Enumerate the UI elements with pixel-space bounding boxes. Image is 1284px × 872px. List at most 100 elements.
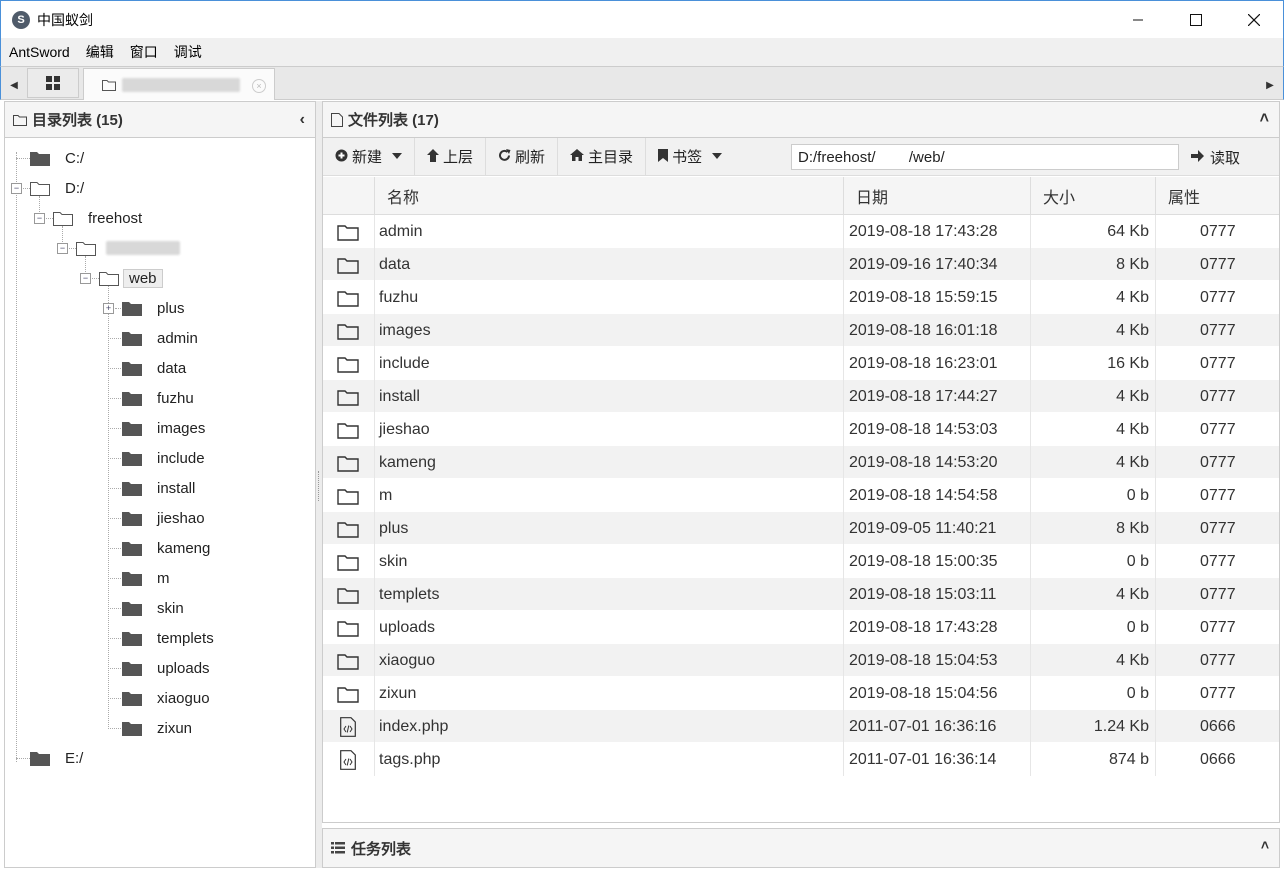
column-header-icon[interactable]	[323, 177, 374, 215]
file-row[interactable]: install 2019-08-18 17:44:27 4 Kb 0777	[323, 380, 1279, 413]
collapse-left-panel-button[interactable]: ‹	[300, 111, 305, 129]
tab-home[interactable]	[27, 68, 79, 98]
folder-filled-icon	[122, 540, 142, 556]
tree-node-templets[interactable]: templets	[122, 627, 219, 649]
file-row[interactable]: skin 2019-08-18 15:00:35 0 b 0777	[323, 545, 1279, 578]
refresh-button[interactable]: 刷新	[486, 137, 559, 176]
folder-filled-icon	[122, 600, 142, 616]
column-header-size[interactable]: 大小	[1030, 177, 1155, 215]
menu-edit[interactable]: 编辑	[86, 42, 114, 62]
file-row[interactable]: templets 2019-08-18 15:03:11 4 Kb 0777	[323, 578, 1279, 611]
tree-toggle-plus[interactable]: +	[103, 303, 114, 314]
tab-bar: ◀ × ▶	[0, 66, 1284, 100]
file-name: images	[374, 314, 843, 347]
expand-task-panel-button[interactable]: ˄	[1261, 837, 1269, 853]
tree-toggle-redacted[interactable]: −	[57, 243, 68, 254]
read-path-button[interactable]: 读取	[1191, 138, 1240, 176]
file-size: 4 Kb	[1030, 446, 1155, 479]
menu-window[interactable]: 窗口	[130, 42, 158, 62]
file-list-panel-header: 文件列表 (17) ˄	[323, 102, 1279, 138]
file-row[interactable]: data 2019-09-16 17:40:34 8 Kb 0777	[323, 248, 1279, 281]
minimize-button[interactable]	[1109, 1, 1167, 39]
tree-node-freehost[interactable]: freehost	[53, 207, 147, 229]
file-row[interactable]: include 2019-08-18 16:23:01 16 Kb 0777	[323, 347, 1279, 380]
tree-toggle-d[interactable]: −	[11, 183, 22, 194]
tree-node-skin[interactable]: skin	[122, 597, 189, 619]
tree-node-xiaoguo[interactable]: xiaoguo	[122, 687, 215, 709]
file-date: 2019-08-18 16:23:01	[843, 347, 1030, 380]
close-button[interactable]	[1225, 1, 1283, 39]
list-icon	[331, 842, 345, 854]
tree-toggle-web[interactable]: −	[80, 273, 91, 284]
file-attr: 0777	[1155, 446, 1279, 479]
tree-node-images[interactable]: images	[122, 417, 210, 439]
file-row[interactable]: admin 2019-08-18 17:43:28 64 Kb 0777	[323, 215, 1279, 248]
file-row[interactable]: xiaoguo 2019-08-18 15:04:53 4 Kb 0777	[323, 644, 1279, 677]
file-row[interactable]: plus 2019-09-05 11:40:21 8 Kb 0777	[323, 512, 1279, 545]
home-dir-button[interactable]: 主目录	[558, 137, 647, 176]
file-name: install	[374, 380, 843, 413]
file-row[interactable]: fuzhu 2019-08-18 15:59:15 4 Kb 0777	[323, 281, 1279, 314]
tree-node-fuzhu[interactable]: fuzhu	[122, 387, 199, 409]
tree-node-e-drive[interactable]: E:/	[30, 747, 88, 769]
file-row[interactable]: tags.php 2011-07-01 16:36:14 874 b 0666	[323, 743, 1279, 776]
file-row[interactable]: index.php 2011-07-01 16:36:16 1.24 Kb 0666	[323, 710, 1279, 743]
tree-toggle-freehost[interactable]: −	[34, 213, 45, 224]
file-attr: 0777	[1155, 677, 1279, 710]
file-date: 2019-08-18 17:43:28	[843, 215, 1030, 248]
tab-scroll-left-button[interactable]: ◀	[3, 71, 25, 99]
tree-node-jieshao[interactable]: jieshao	[122, 507, 210, 529]
file-row[interactable]: kameng 2019-08-18 14:53:20 4 Kb 0777	[323, 446, 1279, 479]
menu-antsword[interactable]: AntSword	[9, 44, 70, 60]
file-row[interactable]: jieshao 2019-08-18 14:53:03 4 Kb 0777	[323, 413, 1279, 446]
file-row[interactable]: zixun 2019-08-18 15:04:56 0 b 0777	[323, 677, 1279, 710]
tree-node-web[interactable]: web	[99, 267, 163, 289]
tree-node-zixun[interactable]: zixun	[122, 717, 197, 739]
tree-node-kameng[interactable]: kameng	[122, 537, 215, 559]
tree-node-uploads[interactable]: uploads	[122, 657, 215, 679]
arrow-up-icon	[427, 148, 440, 165]
tree-node-d-drive[interactable]: D:/	[30, 177, 89, 199]
file-attr: 0777	[1155, 380, 1279, 413]
tree-node-install[interactable]: install	[122, 477, 200, 499]
bookmark-button[interactable]: 书签	[646, 138, 734, 176]
maximize-icon	[1190, 14, 1202, 26]
up-dir-button[interactable]: 上层	[415, 137, 487, 176]
file-row[interactable]: m 2019-08-18 14:54:58 0 b 0777	[323, 479, 1279, 512]
task-list-title: 任务列表	[351, 840, 412, 858]
bookmark-icon	[658, 148, 669, 165]
path-input[interactable]	[791, 144, 1179, 170]
tab-close-button[interactable]: ×	[252, 79, 266, 93]
new-button[interactable]: 新建	[323, 137, 416, 176]
tree-node-include[interactable]: include	[122, 447, 210, 469]
maximize-button[interactable]	[1167, 1, 1225, 39]
file-date: 2019-08-18 15:04:56	[843, 677, 1030, 710]
tree-node-redacted[interactable]	[76, 237, 180, 259]
file-row[interactable]: images 2019-08-18 16:01:18 4 Kb 0777	[323, 314, 1279, 347]
column-header-date[interactable]: 日期	[843, 177, 1030, 215]
menu-debug[interactable]: 调试	[174, 42, 202, 62]
folder-outline-icon	[323, 446, 373, 479]
tree-node-m[interactable]: m	[122, 567, 175, 589]
folder-outline-icon	[323, 413, 373, 446]
column-header-name[interactable]: 名称	[374, 177, 843, 215]
splitter-grip[interactable]	[318, 471, 320, 501]
file-outline-icon	[331, 112, 343, 127]
file-size: 0 b	[1030, 545, 1155, 578]
tree-node-admin[interactable]: admin	[122, 327, 203, 349]
file-attr: 0777	[1155, 314, 1279, 347]
file-grid-body: admin 2019-08-18 17:43:28 64 Kb 0777 data 201…	[323, 215, 1279, 776]
tree-node-c-drive[interactable]: C:/	[30, 147, 89, 169]
tab-shell[interactable]: ×	[83, 68, 275, 100]
tree-node-data[interactable]: data	[122, 357, 191, 379]
file-name: tags.php	[374, 743, 843, 776]
column-header-attr[interactable]: 属性	[1155, 177, 1279, 215]
tree-node-plus[interactable]: plus	[122, 297, 190, 319]
tab-scroll-right-button[interactable]: ▶	[1259, 71, 1281, 99]
collapse-file-panel-button[interactable]: ˄	[1260, 110, 1269, 128]
file-date: 2019-09-05 11:40:21	[843, 512, 1030, 545]
antsword-logo-icon: S	[12, 10, 30, 29]
folder-outline-icon	[323, 545, 373, 578]
file-list-panel-title: 文件列表 (17)	[348, 112, 439, 129]
file-row[interactable]: uploads 2019-08-18 17:43:28 0 b 0777	[323, 611, 1279, 644]
